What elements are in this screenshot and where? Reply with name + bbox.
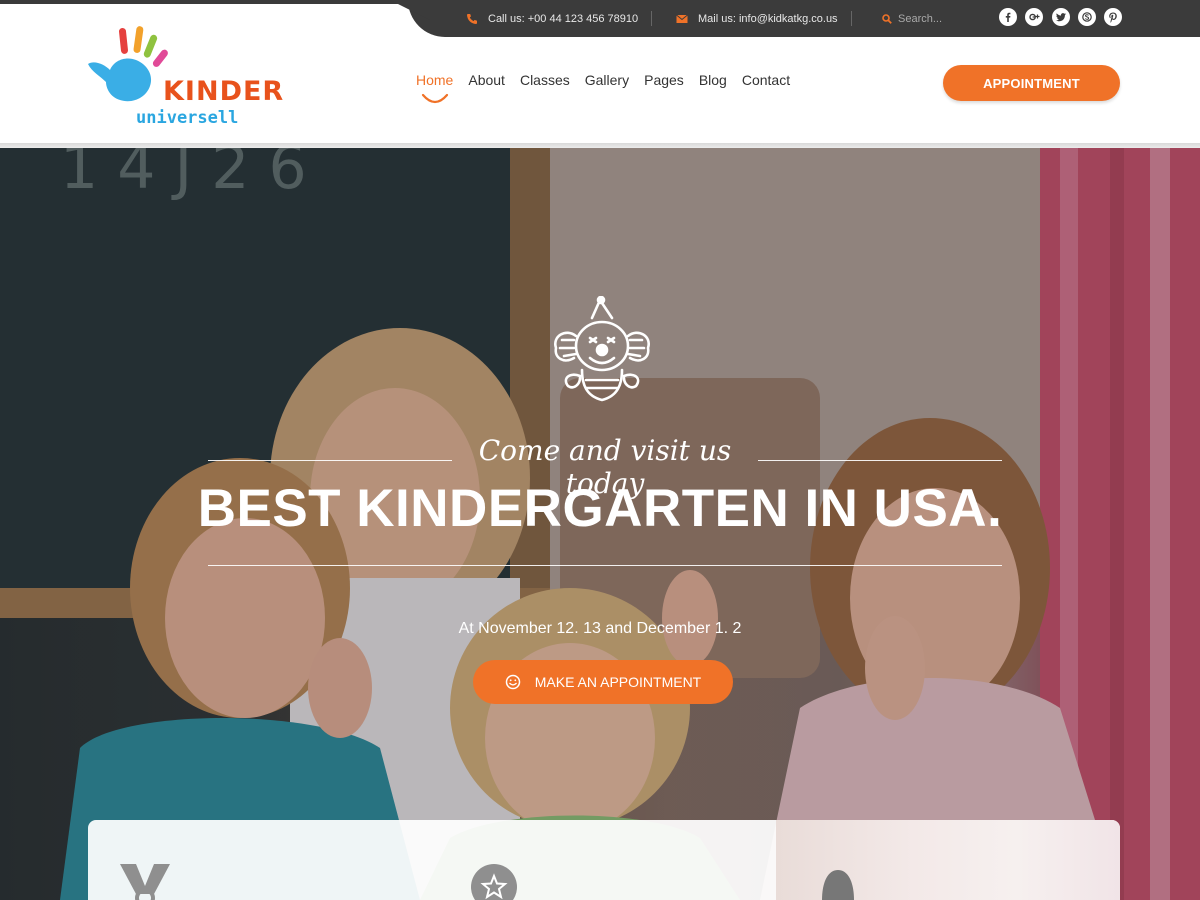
- medal-icon: [120, 864, 170, 900]
- nav-label: Classes: [519, 72, 570, 88]
- smile-underline-icon: [421, 93, 449, 104]
- twitter-glyph: [1056, 12, 1066, 21]
- call-text: Call us: +00 44 123 456 78910: [488, 12, 639, 25]
- nav-label: Contact: [741, 72, 791, 88]
- hero-title: BEST KINDERGARTEN IN USA.: [197, 479, 1003, 538]
- star-badge-icon: [471, 864, 517, 900]
- search-box: [882, 0, 982, 37]
- nav-label: Blog: [698, 72, 727, 88]
- phone-icon: [467, 13, 477, 24]
- logo-text-kinder: KINDER: [163, 76, 285, 107]
- top-bar: Call us: +00 44 123 456 78910 Mail us: i…: [408, 0, 1200, 37]
- nav-label: Home: [416, 72, 454, 88]
- twitter-icon[interactable]: [1052, 8, 1070, 26]
- hero-date-text: At November 12. 13 and December 1. 2: [458, 620, 742, 637]
- search-input[interactable]: [898, 12, 982, 25]
- skype-icon[interactable]: [1078, 8, 1096, 26]
- clown-mascot-icon: [554, 296, 650, 402]
- mail-info[interactable]: Mail us: info@kidkatkg.co.us: [676, 0, 838, 37]
- nav-item-classes[interactable]: Classes: [520, 72, 570, 88]
- nav-item-contact[interactable]: Contact: [742, 72, 790, 88]
- skype-glyph: [1082, 12, 1092, 22]
- call-info[interactable]: Call us: +00 44 123 456 78910: [466, 0, 638, 37]
- handprint-logo-icon: [88, 26, 168, 102]
- site-logo[interactable]: KINDER universell: [84, 24, 284, 128]
- smiley-icon: [505, 674, 520, 690]
- envelope-icon: [676, 14, 688, 23]
- topbar-divider: [651, 11, 652, 26]
- nav-item-pages[interactable]: Pages: [644, 72, 684, 88]
- facebook-glyph: [1005, 12, 1011, 22]
- make-appointment-button[interactable]: MAKE AN APPOINTMENT: [473, 660, 733, 704]
- cta-label: MAKE AN APPOINTMENT: [534, 674, 702, 690]
- google-plus-glyph: [1028, 13, 1039, 21]
- nav-item-blog[interactable]: Blog: [699, 72, 727, 88]
- pinterest-icon[interactable]: [1104, 8, 1122, 26]
- mail-text: Mail us: info@kidkatkg.co.us: [698, 12, 838, 25]
- logo-text-universell: universell: [136, 108, 239, 128]
- nav-label: About: [468, 72, 505, 88]
- main-nav: Home About Classes Gallery Pages Blog Co…: [416, 72, 805, 104]
- google-plus-icon[interactable]: [1025, 8, 1043, 26]
- search-icon[interactable]: [882, 13, 892, 24]
- person-icon: [822, 870, 854, 900]
- pinterest-glyph: [1109, 12, 1117, 23]
- title-underline: [208, 565, 1002, 566]
- features-card: [88, 820, 1120, 900]
- top-accent-line: [0, 0, 440, 4]
- title-line-right: [758, 460, 1002, 461]
- nav-item-about[interactable]: About: [468, 72, 505, 88]
- appointment-button[interactable]: APPOINTMENT: [943, 65, 1120, 101]
- site-header: Call us: +00 44 123 456 78910 Mail us: i…: [0, 0, 1200, 148]
- nav-label: Gallery: [584, 72, 630, 88]
- facebook-icon[interactable]: [999, 8, 1017, 26]
- header-divider: [0, 143, 1200, 148]
- hero-slider: 1 4 J 2 6 Come and visit us today BEST K…: [0, 148, 1200, 900]
- topbar-divider: [851, 11, 852, 26]
- nav-item-gallery[interactable]: Gallery: [585, 72, 629, 88]
- title-line-left: [208, 460, 452, 461]
- nav-item-home[interactable]: Home: [416, 72, 454, 104]
- nav-label: Pages: [644, 72, 684, 88]
